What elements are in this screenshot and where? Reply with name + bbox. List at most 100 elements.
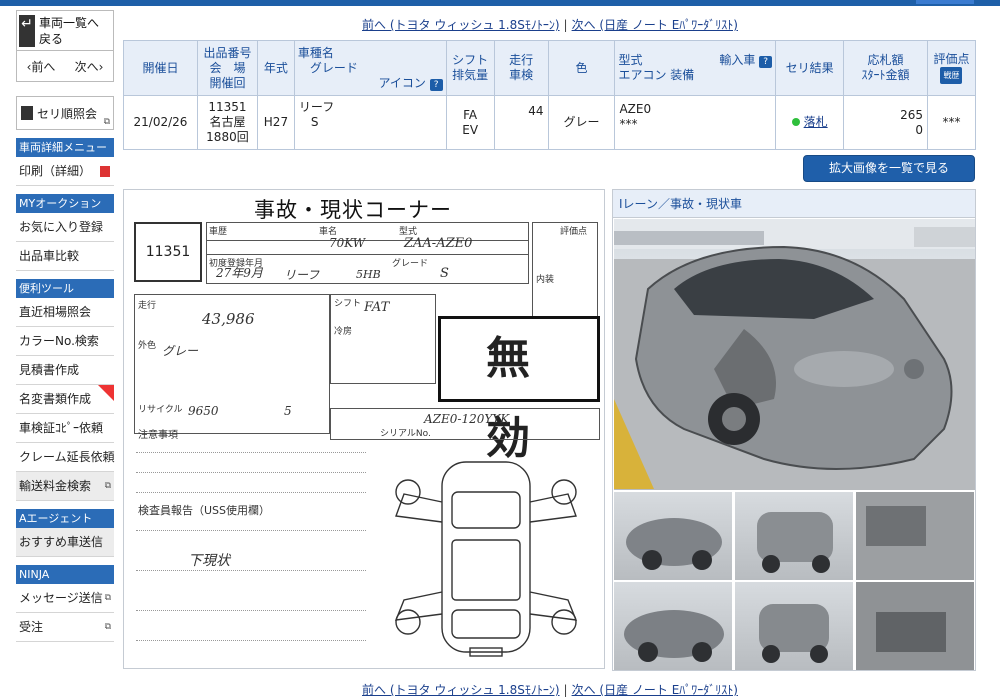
cell-date: 21/02/26 bbox=[123, 95, 198, 150]
nav-separator: | bbox=[563, 683, 568, 697]
sheet-seats-hw: 5 bbox=[284, 404, 292, 418]
sidebar-item-estimate[interactable]: 見積書作成 bbox=[16, 356, 114, 385]
cell-result: 落札 bbox=[775, 95, 845, 150]
section-head-my-auction: MYオークション bbox=[16, 194, 114, 213]
sidebar-item-label: 受注 bbox=[19, 620, 44, 634]
sheet-label-interior: 内装 bbox=[536, 275, 555, 285]
help-icon[interactable]: ? bbox=[759, 56, 773, 68]
cell-model: リーフ S bbox=[293, 95, 447, 150]
col-year: 年式 bbox=[256, 40, 295, 96]
sheet-dotted-line bbox=[136, 570, 366, 571]
sheet-mileage-hw: 43,986 bbox=[202, 310, 255, 328]
sidebar-item-inspection-copy[interactable]: 車検証ｺﾋﾟｰ依頼 bbox=[16, 414, 114, 443]
sheet-label-grade: グレード bbox=[392, 259, 429, 269]
sheet-color-hw: グレー bbox=[162, 344, 199, 358]
new-badge-icon bbox=[98, 385, 114, 401]
sidebar-item-recommend[interactable]: おすすめ車送信 bbox=[16, 528, 114, 557]
col-price-line1: 応札額 bbox=[867, 53, 904, 67]
sidebar-item-print[interactable]: 印刷（詳細） bbox=[16, 157, 114, 186]
sidebar-item-name-change[interactable]: 名変書類作成 bbox=[16, 385, 114, 414]
back-to-list-button[interactable]: ↵ 車両一覧へ 戻る bbox=[16, 10, 114, 50]
sheet-label-color: 外色 bbox=[138, 341, 157, 351]
thumbnail-3[interactable] bbox=[856, 492, 974, 580]
pdf-icon bbox=[100, 166, 110, 177]
sidebar-item-color-search[interactable]: カラーNo.検索 bbox=[16, 327, 114, 356]
sidebar-item-label: 見積書作成 bbox=[19, 363, 80, 377]
cell-session: 1880回 bbox=[206, 130, 249, 144]
prev-vehicle-link[interactable]: 前へ (トヨタ ウィッシュ 1.8Sﾓﾉﾄｰﾝ) bbox=[362, 683, 560, 697]
col-price-line2: ｽﾀｰﾄ金額 bbox=[861, 68, 910, 82]
sheet-type-hw: ZAA-AZE0 bbox=[404, 236, 473, 251]
col-result: セリ結果 bbox=[775, 40, 845, 96]
col-lot-line2: 会 場 bbox=[209, 60, 246, 75]
sidebar-item-order[interactable]: 受注 ⧉ bbox=[16, 613, 114, 642]
sheet-frame-hw: AZE0-120YYK bbox=[424, 412, 510, 426]
col-mileage-line2: 車検 bbox=[509, 68, 534, 82]
cell-venue: 名古屋 bbox=[209, 115, 246, 129]
sheet-line bbox=[206, 254, 529, 255]
sidebar-item-message[interactable]: メッセージ送信 ⧉ bbox=[16, 584, 114, 613]
sidebar-item-market-price[interactable]: 直近相場照会 bbox=[16, 298, 114, 327]
sidebar-item-shipping[interactable]: 輸送料金検索 ⧉ bbox=[16, 472, 114, 501]
col-shift-line1: シフト bbox=[452, 53, 489, 67]
col-model: 車種名 グレード アイコン ? bbox=[293, 40, 447, 96]
next-vehicle-link[interactable]: 次へ (日産 ノート Eﾊﾟﾜｰﾀﾞﾘｽﾄ) bbox=[572, 18, 738, 32]
thumbnail-6[interactable] bbox=[856, 582, 974, 670]
car-photo-icon bbox=[856, 492, 974, 580]
sheet-year-hw: 27年9月 bbox=[216, 266, 263, 280]
sheet-doors-hw: 5HB bbox=[356, 268, 381, 281]
col-color: 色 bbox=[547, 40, 616, 96]
sidebar-item-label: 直近相場照会 bbox=[19, 305, 92, 319]
thumbnail-5[interactable] bbox=[735, 582, 853, 670]
bottom-vehicle-nav: 前へ (トヨタ ウィッシュ 1.8Sﾓﾉﾄｰﾝ) | 次へ (日産 ノート Eﾊﾟﾜ… bbox=[120, 681, 980, 698]
sidebar-item-label: メッセージ送信 bbox=[19, 591, 103, 605]
top-bar bbox=[0, 0, 1000, 6]
cell-grade: S bbox=[310, 115, 319, 129]
sidebar-item-favorite[interactable]: お気に入り登録 bbox=[16, 213, 114, 242]
return-arrow-icon: ↵ bbox=[19, 14, 35, 47]
next-vehicle-link[interactable]: 次へ (日産 ノート Eﾊﾟﾜｰﾀﾞﾘｽﾄ) bbox=[572, 683, 738, 697]
col-mileage-line1: 走行 bbox=[509, 53, 534, 67]
sidebar: ↵ 車両一覧へ 戻る ‹前へ 次へ› セリ順照会 ⧉ 車両詳細メニュー 印刷（詳… bbox=[16, 10, 115, 642]
enlarge-images-button[interactable]: 拡大画像を一覧で見る bbox=[803, 155, 975, 182]
prev-vehicle-link[interactable]: 前へ (トヨタ ウィッシュ 1.8Sﾓﾉﾄｰﾝ) bbox=[362, 18, 560, 32]
cell-start: 0 bbox=[915, 122, 923, 137]
sidebar-prev-button[interactable]: ‹前へ bbox=[27, 58, 56, 75]
cell-shift-type: FA bbox=[463, 107, 478, 122]
sidebar-item-compare[interactable]: 出品車比較 bbox=[16, 242, 114, 271]
nav-separator: | bbox=[563, 18, 568, 32]
photo-panel-title: Iレーン／事故・現状車 bbox=[613, 190, 975, 218]
history-badge[interactable]: 戦歴 bbox=[940, 67, 963, 84]
help-icon[interactable]: ? bbox=[429, 78, 443, 91]
seri-order-button[interactable]: セリ順照会 ⧉ bbox=[16, 96, 114, 130]
inspection-sheet[interactable]: 事故・現状コーナー 11351 車歴 車名 型式 70KW ZAA-AZE0 初… bbox=[123, 189, 605, 669]
sidebar-next-button[interactable]: 次へ› bbox=[75, 58, 104, 75]
col-price: 応札額 ｽﾀｰﾄ金額 bbox=[843, 40, 928, 96]
thumbnail-4[interactable] bbox=[614, 582, 732, 670]
car-photo-icon bbox=[624, 610, 724, 662]
void-stamp: 無 効 bbox=[438, 316, 600, 464]
external-link-icon: ⧉ bbox=[104, 593, 111, 603]
sheet-label-notes: 注意事項 bbox=[138, 430, 178, 441]
sidebar-item-claim-extension[interactable]: クレーム延長依頼 bbox=[16, 443, 115, 472]
sidebar-item-label: おすすめ車送信 bbox=[19, 535, 104, 549]
sheet-lot-number: 11351 bbox=[134, 222, 202, 282]
col-lot: 出品番号会 場開催回 bbox=[196, 40, 258, 96]
sheet-line bbox=[206, 240, 529, 241]
result-link[interactable]: 落札 bbox=[804, 115, 828, 129]
sheet-dotted-line bbox=[136, 452, 366, 453]
col-shift: シフト 排気量 bbox=[445, 40, 495, 96]
col-mileage: 走行 車検 bbox=[493, 40, 549, 96]
main-car-photo[interactable] bbox=[614, 219, 975, 490]
sheet-dotted-line bbox=[136, 492, 366, 493]
top-tab[interactable] bbox=[916, 0, 974, 4]
sheet-title: 事故・現状コーナー bbox=[254, 198, 452, 222]
external-link-icon: ⧉ bbox=[104, 481, 111, 491]
thumbnail-2[interactable] bbox=[735, 492, 853, 580]
sidebar-item-label: お気に入り登録 bbox=[19, 220, 104, 234]
car-photo-icon bbox=[856, 582, 974, 670]
col-type-line1: 型式 輸入車 ? bbox=[618, 53, 773, 68]
sheet-label-aircon: 冷房 bbox=[334, 327, 353, 337]
sheet-label-mileage: 走行 bbox=[138, 301, 157, 311]
thumbnail-1[interactable] bbox=[614, 492, 732, 580]
